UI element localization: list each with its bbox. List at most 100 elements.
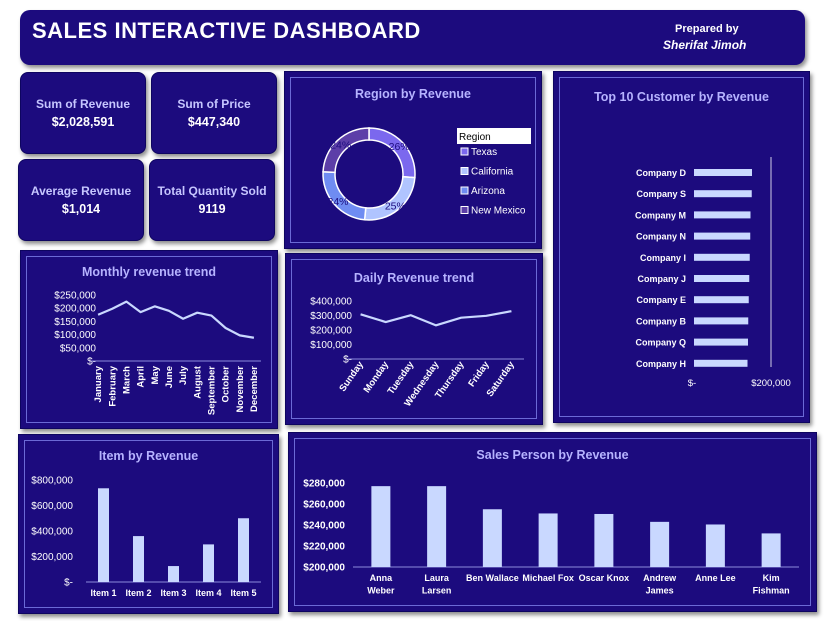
y-tick-label: Company N xyxy=(636,232,686,242)
bar xyxy=(538,513,558,567)
donut-data-label: 24% xyxy=(328,196,349,208)
x-tick-label: Anna xyxy=(370,573,393,583)
y-tick-label: $200,000 xyxy=(54,304,96,315)
salesperson-bar-chart: $200,000 $220,000 $240,000 $260,000 $280,000… xyxy=(303,479,799,596)
x-tick-label: March xyxy=(121,366,132,394)
y-tick-label: $260,000 xyxy=(303,500,345,511)
y-tick-label: $200,000 xyxy=(31,552,73,563)
x-tick-label: Item 3 xyxy=(160,588,186,598)
daily-trend-panel: Daily Revenue trend $- $100,000 $200,000 $3… xyxy=(285,253,543,425)
y-tick-label: $300,000 xyxy=(310,311,352,322)
kpi-value: $1,014 xyxy=(61,202,101,216)
customer-bar xyxy=(694,211,751,219)
x-tick-label: $200,000 xyxy=(751,378,791,389)
monthly-line-chart: $- $50,000 $100,000 $150,000 $200,000 $250,00… xyxy=(54,291,261,415)
bar xyxy=(761,533,781,567)
x-tick-label: Weber xyxy=(367,586,395,596)
x-tick-label: January xyxy=(93,365,104,402)
kpi-total-quantity: Total Quantity Sold 9119 xyxy=(149,159,275,241)
series-line xyxy=(360,310,512,327)
bar xyxy=(427,486,447,567)
customer-bar xyxy=(694,232,751,240)
x-tick-label: August xyxy=(192,365,203,399)
x-tick-label: December xyxy=(249,366,260,412)
y-tick-label: $400,000 xyxy=(31,527,73,538)
y-tick-label: Company B xyxy=(636,316,687,326)
region-revenue-panel: Region by Revenue 26% 25% 24% 24% Region Texa… xyxy=(284,71,542,249)
x-tick-label: October xyxy=(221,366,232,403)
x-tick-label: Item 1 xyxy=(90,588,116,598)
y-tick-label: $100,000 xyxy=(310,340,352,351)
bar xyxy=(168,566,179,582)
y-tick-label: Company Q xyxy=(635,338,686,348)
bar xyxy=(203,544,214,582)
y-tick-label: $240,000 xyxy=(303,521,345,532)
x-tick-label: Item 4 xyxy=(195,588,221,598)
y-tick-label: Company E xyxy=(636,295,686,305)
region-donut-chart: 26% 25% 24% 24% Region Texas California Arizona… xyxy=(322,127,531,221)
kpi-label: Average Revenue xyxy=(30,184,132,198)
x-tick-label: Ben Wallace xyxy=(466,573,519,583)
kpi-sum-revenue: Sum of Revenue $2,028,591 xyxy=(20,72,146,154)
bar xyxy=(594,513,614,567)
x-tick-label: Item 5 xyxy=(230,588,256,598)
customer-bar xyxy=(694,338,748,346)
x-tick-label: Oscar Knox xyxy=(579,573,630,583)
customer-bar xyxy=(694,359,748,367)
x-tick-label: February xyxy=(107,365,118,406)
kpi-value: $2,028,591 xyxy=(51,115,115,129)
legend-swatch xyxy=(460,167,469,175)
customer-bar xyxy=(694,296,749,304)
x-tick-label: Larsen xyxy=(422,586,452,596)
y-tick-label: $220,000 xyxy=(303,542,345,553)
x-tick-label: July xyxy=(178,365,189,385)
top-customers-bar-chart: Company D Company S Company M Company N Comp… xyxy=(635,157,791,389)
donut-slice xyxy=(363,175,416,221)
y-tick-label: $600,000 xyxy=(31,501,73,512)
legend-swatch xyxy=(460,206,469,214)
bar xyxy=(705,524,725,567)
y-tick-label: $400,000 xyxy=(310,297,352,308)
customer-bar xyxy=(694,317,749,325)
y-tick-label: $200,000 xyxy=(310,326,352,337)
bar xyxy=(133,536,144,582)
kpi-average-revenue: Average Revenue $1,014 xyxy=(18,159,144,241)
kpi-label: Sum of Revenue xyxy=(35,97,131,111)
y-tick-label: $- xyxy=(64,578,73,589)
x-tick-label: Anne Lee xyxy=(695,573,736,583)
monthly-trend-panel: Monthly revenue trend $- $50,000 $100,000 $… xyxy=(20,250,278,429)
y-tick-label: Company D xyxy=(636,168,687,178)
x-tick-label: September xyxy=(206,366,217,415)
x-tick-label: $- xyxy=(688,378,696,389)
x-tick-label: April xyxy=(136,366,147,388)
y-tick-label: $50,000 xyxy=(60,343,97,354)
x-tick-label: Friday xyxy=(466,359,492,389)
bar xyxy=(371,486,391,567)
y-tick-label: $200,000 xyxy=(303,563,345,574)
legend-swatch xyxy=(460,147,469,156)
kpi-sum-price: Sum of Price $447,340 xyxy=(151,72,277,154)
x-tick-label: November xyxy=(235,366,246,413)
bar xyxy=(650,521,670,567)
y-tick-label: Company M xyxy=(635,210,686,220)
x-tick-label: Laura xyxy=(424,573,450,583)
y-tick-label: $100,000 xyxy=(54,330,96,341)
item-bar-chart: $- $200,000 $400,000 $600,000 $800,000 Item 1… xyxy=(31,476,261,598)
kpi-value: $447,340 xyxy=(187,115,241,129)
bar xyxy=(98,488,109,582)
donut-data-label: 24% xyxy=(330,139,351,151)
y-tick-label: $- xyxy=(343,355,352,366)
dashboard-title: SALES INTERACTIVE DASHBOARD xyxy=(32,18,421,43)
series-line xyxy=(97,300,255,339)
x-tick-label: Kim xyxy=(763,573,780,583)
author-name: Sherifat Jimoh xyxy=(663,38,747,52)
top-customers-panel: Top 10 Customer by Revenue Company D Comp… xyxy=(553,71,810,423)
customer-bar xyxy=(694,169,752,176)
y-tick-label: Company J xyxy=(637,274,686,284)
legend-item: California xyxy=(471,167,514,178)
x-tick-label: Item 2 xyxy=(125,588,151,598)
donut-data-label: 25% xyxy=(385,200,406,212)
customer-bar xyxy=(694,275,750,282)
bar xyxy=(238,518,249,582)
y-tick-label: $- xyxy=(87,357,96,368)
